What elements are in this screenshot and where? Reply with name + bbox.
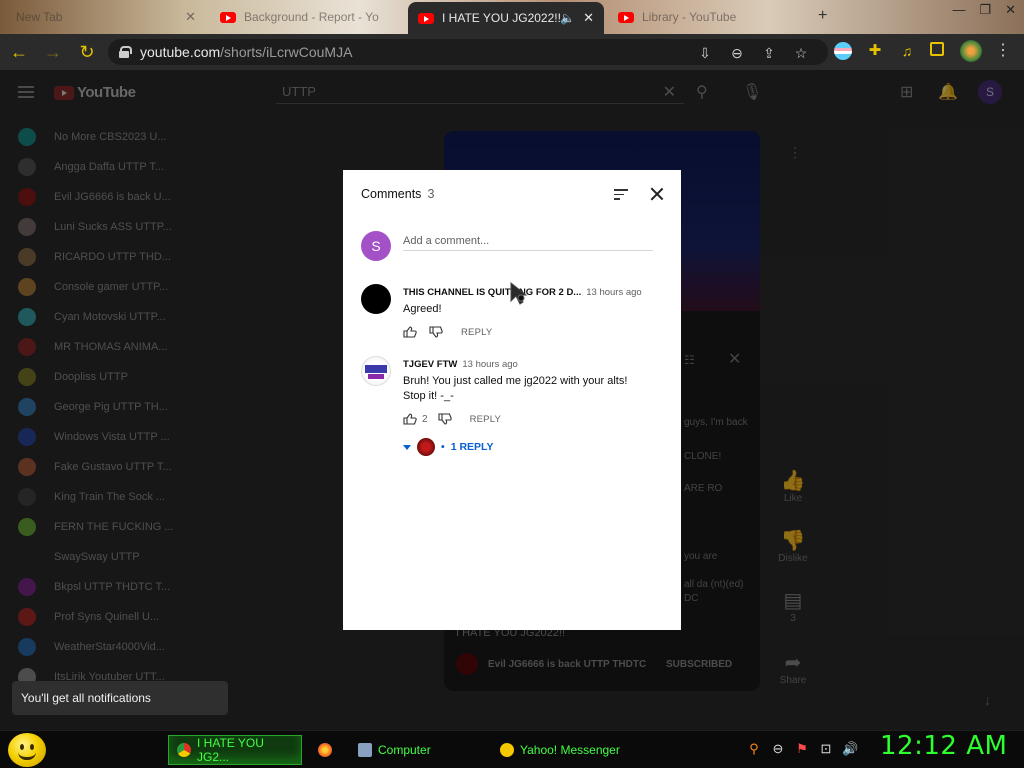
like-thumb-icon[interactable]: [403, 326, 417, 338]
minimize-icon[interactable]: —: [952, 2, 965, 18]
tab-label: Library - YouTube: [642, 10, 737, 24]
zoom-icon[interactable]: ⊖: [728, 44, 746, 62]
install-icon[interactable]: ⇩: [696, 44, 714, 62]
taskbar-clock[interactable]: 12:12 AM: [880, 731, 1007, 761]
reply-author-avatar: [417, 438, 435, 456]
chrome-icon: [177, 743, 191, 757]
tab-i-hate-you[interactable]: I HATE YOU JG2022!! 🔈 ✕: [408, 2, 604, 34]
reload-icon[interactable]: ↻: [72, 37, 102, 67]
tray-status-icon[interactable]: ⊖: [770, 741, 786, 757]
notification-toast: You'll get all notifications: [12, 681, 228, 715]
comment-author-name: THIS CHANNEL IS QUITTING FOR 2 D...: [403, 287, 582, 298]
tab-label: New Tab: [16, 10, 63, 24]
restore-icon[interactable]: ❐: [979, 2, 991, 18]
os-taskbar: I HATE YOU JG2... Computer Yahoo! Messen…: [0, 730, 1024, 768]
extension-flag-icon[interactable]: [834, 42, 852, 60]
mouse-cursor-icon: [510, 281, 528, 305]
comments-dialog: Comments 3 S THIS CHANNEL IS QUITTING FOR…: [343, 170, 681, 630]
yahoo-messenger-icon: [500, 743, 514, 757]
tray-flag-icon[interactable]: ⚑: [794, 741, 810, 757]
share-icon[interactable]: ⇪: [760, 44, 778, 62]
browser-tab-strip: New Tab ✕ Background - Report - Yo I HAT…: [0, 0, 1024, 34]
comments-count: 3: [427, 187, 435, 201]
like-thumb-icon[interactable]: [403, 413, 417, 425]
reply-button[interactable]: REPLY: [470, 414, 501, 425]
tab-close-icon[interactable]: ✕: [185, 9, 196, 25]
side-panel-icon[interactable]: [930, 42, 944, 56]
sort-icon[interactable]: [614, 189, 628, 200]
youtube-favicon-icon: [418, 12, 434, 24]
tray-search-icon[interactable]: ⚲: [746, 741, 762, 757]
comment-text: Bruh! You just called me jg2022 with you…: [403, 375, 628, 402]
profile-avatar[interactable]: [960, 40, 982, 62]
comment-actions: 2 REPLY: [403, 413, 501, 425]
comment-avatar[interactable]: [361, 356, 391, 386]
taskbar-item-yahoo-messenger[interactable]: Yahoo! Messenger: [492, 735, 632, 765]
tab-new-tab[interactable]: New Tab ✕: [6, 2, 206, 32]
comment-time[interactable]: 13 hours ago: [586, 287, 641, 298]
dislike-thumb-icon[interactable]: [429, 326, 443, 338]
url-host: youtube.com: [140, 44, 221, 60]
start-button[interactable]: [8, 733, 46, 767]
comment-author-name: TJGEV FTW: [403, 359, 458, 370]
new-tab-plus-icon[interactable]: +: [818, 7, 827, 25]
taskbar-item-computer[interactable]: Computer: [350, 735, 486, 765]
taskbar-item-label: I HATE YOU JG2...: [197, 736, 264, 764]
comment-avatar[interactable]: [361, 284, 391, 314]
forward-arrow-icon[interactable]: →: [38, 37, 68, 67]
chevron-down-icon: [403, 444, 411, 450]
window-controls: — ❐ ✕: [952, 2, 1016, 18]
browser-toolbar: ← → ↻ youtube.com/shorts/iLcrwCouMJA ⇩ ⊖…: [0, 34, 1024, 70]
view-replies-button[interactable]: • 1 REPLY: [403, 438, 494, 456]
close-icon[interactable]: [649, 186, 665, 202]
reply-button[interactable]: REPLY: [461, 327, 492, 338]
comment-time[interactable]: 13 hours ago: [462, 359, 517, 370]
extensions-puzzle-icon[interactable]: ✚: [866, 42, 884, 60]
taskbar-item-firefox[interactable]: [310, 735, 346, 765]
like-count: 2: [422, 413, 428, 425]
taskbar-item-label: Computer: [378, 743, 431, 757]
lock-icon: [118, 46, 132, 58]
tray-network-icon[interactable]: ⊡: [818, 741, 834, 757]
dislike-thumb-icon[interactable]: [438, 413, 452, 425]
bookmark-star-icon[interactable]: ☆: [792, 44, 810, 62]
youtube-favicon-icon: [220, 11, 236, 23]
comment-actions: REPLY: [403, 326, 492, 338]
speaker-icon[interactable]: 🔈: [560, 11, 575, 25]
tray-volume-icon[interactable]: 🔊: [842, 741, 858, 757]
close-window-icon[interactable]: ✕: [1005, 2, 1016, 18]
url-path: /shorts/iLcrwCouMJA: [220, 44, 353, 60]
firefox-icon: [318, 743, 332, 757]
tab-label: I HATE YOU JG2022!!: [442, 11, 561, 25]
tab-label: Background - Report - Yo: [244, 10, 379, 24]
address-bar[interactable]: youtube.com/shorts/iLcrwCouMJA ⇩ ⊖ ⇪ ☆: [108, 39, 828, 65]
youtube-favicon-icon: [618, 11, 634, 23]
current-user-avatar: S: [361, 231, 391, 261]
media-control-icon[interactable]: ♫: [898, 42, 916, 60]
back-arrow-icon[interactable]: ←: [4, 37, 34, 67]
computer-icon: [358, 743, 372, 757]
comments-title: Comments: [361, 187, 422, 201]
taskbar-item-browser[interactable]: I HATE YOU JG2...: [168, 735, 302, 765]
tab-background-report[interactable]: Background - Report - Yo: [210, 2, 406, 32]
browser-menu-icon[interactable]: ⋮: [995, 40, 1011, 60]
taskbar-item-label: Yahoo! Messenger: [520, 743, 620, 757]
add-comment-input[interactable]: [403, 231, 653, 251]
tab-library[interactable]: Library - YouTube: [608, 2, 808, 32]
replies-toggle-label: 1 REPLY: [450, 441, 494, 453]
comments-header: Comments 3: [361, 187, 434, 201]
comment-author[interactable]: TJGEV FTW 13 hours ago: [403, 359, 518, 370]
tab-close-icon[interactable]: ✕: [583, 10, 594, 26]
